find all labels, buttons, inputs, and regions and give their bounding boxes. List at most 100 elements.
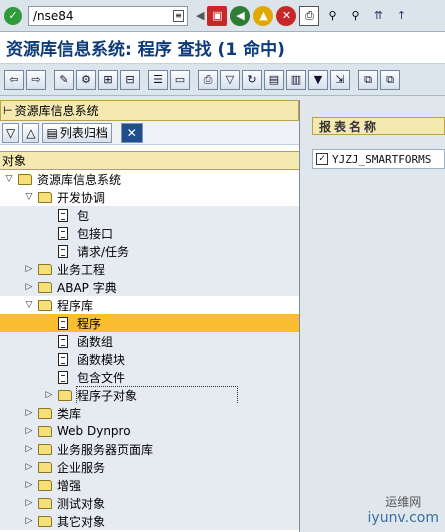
back-icon[interactable]: ◀ — [230, 5, 251, 26]
document-icon — [58, 370, 68, 384]
refresh-icon[interactable]: ↻ — [242, 69, 262, 90]
command-value: /nse84 — [33, 8, 74, 23]
tree-node-label: 程序库 — [57, 298, 94, 313]
tree-node[interactable]: ▷ ABAP 字典 — [0, 278, 299, 296]
folder-icon — [38, 497, 52, 509]
tree-node[interactable]: 包接口 — [0, 224, 299, 242]
edit-icon[interactable]: ✎ — [54, 69, 74, 90]
display-object-list-icon[interactable]: ☰ — [148, 69, 168, 90]
collapsed-arrow-icon[interactable]: ▷ — [24, 498, 34, 508]
forward-arrow-icon[interactable]: ⇨ — [26, 69, 46, 90]
exit-icon[interactable]: ▲ — [253, 5, 274, 26]
tree-node[interactable]: ▷ Web Dynpro — [0, 422, 299, 440]
copy-icon[interactable]: ⧉ — [358, 69, 378, 90]
first-page-icon[interactable]: ⇈ — [368, 6, 388, 26]
application-toolbar: ⇦ ⇨ ✎ ⚙ ⊞ ⊟ ☰ ▭ ⎙ ▽ ↻ ▤ ▥ ▼ ⇲ ⧉ ⧉ — [0, 64, 445, 96]
tree-node[interactable]: ▷ 增强 — [0, 476, 299, 494]
tree-node[interactable]: ▷ 测试对象 — [0, 494, 299, 512]
collapsed-arrow-icon[interactable]: ▷ — [24, 264, 34, 274]
collapsed-arrow-icon[interactable]: ▷ — [24, 426, 34, 436]
folder-icon — [38, 515, 52, 527]
collapsed-arrow-icon[interactable]: ▷ — [24, 462, 34, 472]
tree-node-label: 函数组 — [77, 334, 114, 349]
cancel-icon[interactable]: ✕ — [276, 5, 297, 26]
collapsed-arrow-icon[interactable]: ▷ — [44, 390, 54, 400]
prev-page-icon[interactable]: ↑ — [391, 6, 411, 26]
folder-open-icon — [38, 299, 52, 311]
print-list-icon[interactable]: ⎙ — [198, 69, 218, 90]
expanded-arrow-icon[interactable]: ▽ — [24, 192, 34, 202]
tree-node-label: 资源库信息系统 — [37, 172, 122, 187]
tree-node-label: 企业服务 — [57, 460, 106, 475]
expanded-arrow-icon[interactable]: ▽ — [24, 300, 34, 310]
tree-node[interactable]: 请求/任务 — [0, 242, 299, 260]
export-icon[interactable]: ⇲ — [330, 69, 350, 90]
set-filter-icon[interactable]: ▼ — [308, 69, 328, 90]
folder-icon — [38, 407, 52, 419]
row-checkbox[interactable]: ✓ — [316, 153, 328, 165]
command-field[interactable]: /nse84 ≡ — [28, 5, 188, 26]
sort-descending-icon[interactable]: ▥ — [286, 69, 306, 90]
document-icon — [58, 334, 68, 348]
tree-node-label: Web Dynpro — [57, 424, 131, 438]
report-name-header: 报表名称 — [312, 117, 445, 135]
tree-node[interactable]: ▽ 资源库信息系统 — [0, 170, 299, 188]
folder-icon — [38, 443, 52, 455]
collapsed-arrow-icon[interactable]: ▷ — [24, 480, 34, 490]
print-icon[interactable]: ⎙ — [299, 5, 320, 26]
folder-icon — [58, 389, 72, 401]
tree-node[interactable]: ▷ 业务服务器页面库 — [0, 440, 299, 458]
list-archive-label: 列表归档 — [59, 126, 108, 140]
tree-icon: ⊢ — [3, 104, 13, 117]
tree-node[interactable]: ▽ 开发协调 — [0, 188, 299, 206]
tree-node[interactable]: 函数组 — [0, 332, 299, 350]
collapsed-arrow-icon[interactable]: ▷ — [24, 444, 34, 454]
report-name-value: YJZJ_SMARTFORMS — [332, 152, 432, 166]
tree-node-label: 增强 — [57, 478, 82, 493]
tree-node[interactable]: ▷ 其它对象 — [0, 512, 299, 530]
tree-node-label: 其它对象 — [57, 514, 106, 529]
tree-node[interactable]: 包 — [0, 206, 299, 224]
hierarchy-icon[interactable]: ⊞ — [98, 69, 118, 90]
collapsed-arrow-icon[interactable]: ▷ — [24, 408, 34, 418]
tree-node[interactable]: ▷ 类库 — [0, 404, 299, 422]
other-object-icon[interactable]: ⚙ — [76, 69, 96, 90]
back-arrow-icon[interactable]: ⇦ — [4, 69, 24, 90]
collapsed-arrow-icon[interactable]: ▷ — [24, 282, 34, 292]
list-archive-button[interactable]: ▤ 列表归档 — [42, 122, 112, 143]
tree-panel-header: ⊢ 资源库信息系统 — [0, 100, 299, 121]
tree-node[interactable]: ▽ 程序库 — [0, 296, 299, 314]
scroll-left-icon[interactable]: ◀ — [196, 10, 204, 21]
result-row[interactable]: ✓ YJZJ_SMARTFORMS — [312, 149, 445, 169]
save-icon[interactable]: ▣ — [207, 5, 228, 26]
tree-node[interactable]: ▷ 程序子对象 — [0, 385, 299, 405]
sort-ascending-icon[interactable]: ▤ — [264, 69, 284, 90]
expand-all-button[interactable]: ▽ — [2, 122, 20, 143]
paste-icon[interactable]: ⧉ — [380, 69, 400, 90]
tree-node-label: 业务工程 — [57, 262, 106, 277]
expanded-arrow-icon[interactable]: ▽ — [4, 174, 14, 184]
tree-node[interactable]: 包含文件 — [0, 368, 299, 386]
folder-icon — [38, 479, 52, 491]
tree-node-label: 程序子对象 — [75, 385, 239, 405]
tree-node[interactable]: ▷ 业务工程 — [0, 260, 299, 278]
find-icon[interactable]: ⚲ — [322, 6, 342, 26]
filter-icon[interactable]: ▽ — [220, 69, 240, 90]
find-next-icon[interactable]: ⚲ — [345, 6, 365, 26]
history-icon[interactable]: ≡ — [173, 9, 184, 22]
folder-open-icon — [38, 191, 52, 203]
page-title: 资源库信息系统: 程序 查找 (1 命中) — [0, 32, 445, 64]
tree-node[interactable]: 程序 — [0, 314, 299, 332]
navigation-window-icon[interactable]: ▭ — [170, 69, 190, 90]
document-icon — [58, 208, 68, 222]
close-panel-button[interactable]: ✕ — [120, 122, 143, 143]
collapse-icon: △ — [26, 125, 36, 140]
collapse-all-button[interactable]: △ — [22, 122, 40, 143]
enter-check-icon[interactable]: ✓ — [4, 6, 22, 25]
tree-node[interactable]: 函数模块 — [0, 350, 299, 368]
collapsed-arrow-icon[interactable]: ▷ — [24, 516, 34, 526]
folder-icon — [38, 461, 52, 473]
where-used-icon[interactable]: ⊟ — [120, 69, 140, 90]
system-toolbar: ✓ /nse84 ≡ ◀ ▣ ◀ ▲ ✕ ⎙ ⚲ ⚲ ⇈ ↑ — [0, 0, 445, 32]
tree-node[interactable]: ▷ 企业服务 — [0, 458, 299, 476]
